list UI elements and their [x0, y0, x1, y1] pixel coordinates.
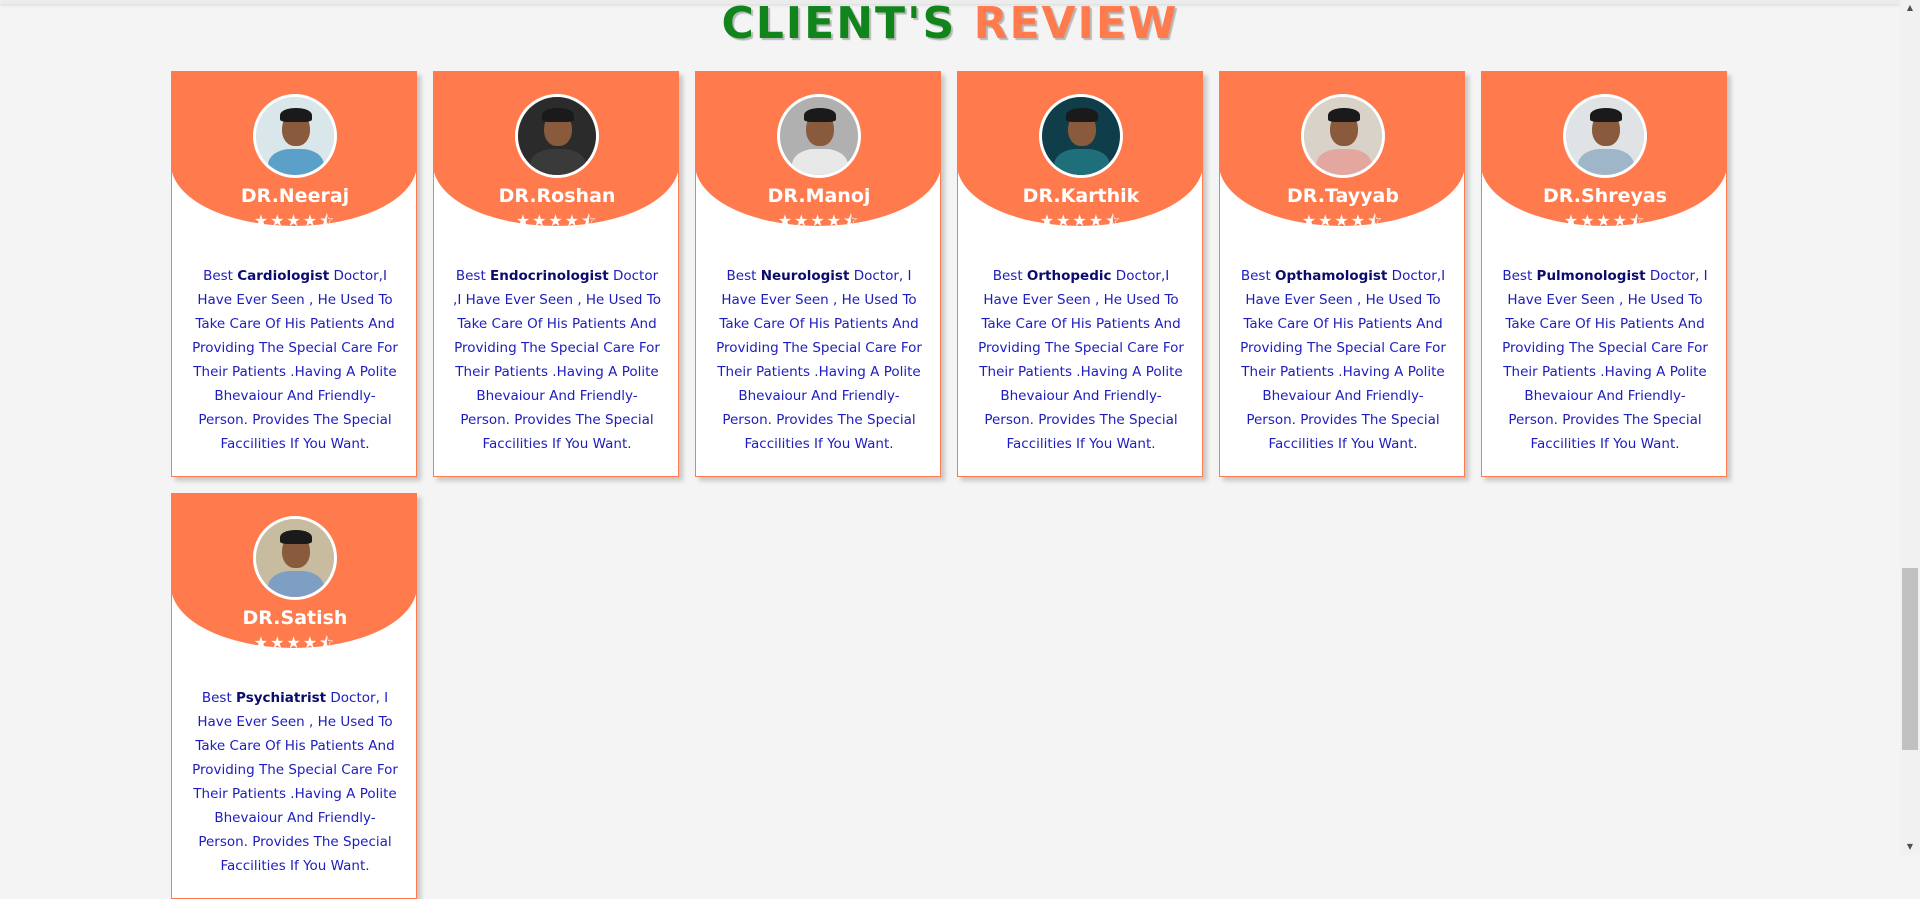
doctor-name: DR.Shreyas [1543, 185, 1667, 207]
star-rating-icon: ★★★★⯪ [253, 633, 337, 652]
review-prefix: Best [726, 268, 761, 284]
review-card: DR.Shreyas ★★★★⯪ Best Pulmonologist Doct… [1481, 71, 1727, 477]
star-rating-icon: ★★★★⯪ [1563, 211, 1647, 230]
doctor-name: DR.Tayyab [1287, 185, 1399, 207]
star-rating-icon: ★★★★⯪ [253, 211, 337, 230]
specialty: Psychiatrist [236, 690, 327, 706]
review-text: Best Cardiologist Doctor,I Have Ever See… [190, 264, 400, 456]
review-card: DR.Karthik ★★★★⯪ Best Orthopedic Doctor,… [957, 71, 1203, 477]
review-text: Best Psychiatrist Doctor, I Have Ever Se… [190, 686, 400, 878]
section-title-word1: CLIENT'S [721, 0, 957, 49]
review-after: Doctor, I [1645, 268, 1708, 284]
review-grid: DR.Neeraj ★★★★⯪ Best Cardiologist Doctor… [171, 71, 1727, 899]
specialty: Cardiologist [237, 268, 330, 284]
review-body: Have Ever Seen , He Used To Take Care Of… [454, 292, 661, 452]
review-body: Have Ever Seen , He Used To Take Care Of… [1240, 292, 1446, 452]
section-title-word2: REVIEW [973, 0, 1179, 49]
doctor-name: DR.Neeraj [240, 185, 350, 207]
doctor-name: DR.Manoj [767, 185, 871, 207]
review-prefix: Best [203, 268, 238, 284]
avatar [1301, 94, 1385, 178]
review-card: DR.Neeraj ★★★★⯪ Best Cardiologist Doctor… [171, 71, 417, 477]
specialty: Endocrinologist [490, 268, 609, 284]
avatar [777, 94, 861, 178]
review-after: Doctor,I [329, 268, 387, 284]
review-prefix: Best [1502, 268, 1537, 284]
avatar [1039, 94, 1123, 178]
review-after: Doctor,I [1387, 268, 1446, 284]
page-scrollbar[interactable]: ▲ ▼ [1900, 0, 1920, 855]
avatar [253, 94, 337, 178]
avatar [253, 516, 337, 600]
star-rating-icon: ★★★★⯪ [1039, 211, 1123, 230]
scrollbar-thumb[interactable] [1902, 568, 1918, 750]
star-rating-icon: ★★★★⯪ [1301, 211, 1385, 230]
avatar [1563, 94, 1647, 178]
doctor-name: DR.Karthik [1022, 185, 1140, 207]
doctor-name: DR.Roshan [498, 185, 616, 207]
review-after: Doctor, I [326, 690, 389, 706]
specialty: Opthamologist [1275, 268, 1388, 284]
review-after: Doctor, I [849, 268, 912, 284]
review-after: Doctor,I [1111, 268, 1170, 284]
specialty: Orthopedic [1026, 268, 1112, 284]
review-card: DR.Roshan ★★★★⯪ Best Endocrinologist Doc… [433, 71, 679, 477]
scroll-down-arrow-icon[interactable]: ▼ [1900, 839, 1920, 855]
section-title: CLIENT'S REVIEW [0, 0, 1900, 48]
scroll-up-arrow-icon[interactable]: ▲ [1900, 0, 1920, 16]
review-prefix: Best [455, 268, 491, 284]
review-body: Have Ever Seen , He Used To Take Care Of… [716, 292, 922, 452]
review-body: Have Ever Seen , He Used To Take Care Of… [192, 714, 398, 874]
star-rating-icon: ★★★★⯪ [515, 211, 599, 230]
review-body: Have Ever Seen , He Used To Take Care Of… [1502, 292, 1708, 452]
review-card: DR.Tayyab ★★★★⯪ Best Opthamologist Docto… [1219, 71, 1465, 477]
review-body: Have Ever Seen , He Used To Take Care Of… [978, 292, 1184, 452]
review-card: DR.Satish ★★★★⯪ Best Psychiatrist Doctor… [171, 493, 417, 899]
review-prefix: Best [992, 268, 1027, 284]
doctor-name: DR.Satish [242, 607, 348, 629]
review-prefix: Best [1240, 268, 1276, 284]
avatar [515, 94, 599, 178]
star-rating-icon: ★★★★⯪ [777, 211, 861, 230]
review-text: Best Neurologist Doctor, I Have Ever See… [714, 264, 924, 456]
review-text: Best Endocrinologist Doctor ,I Have Ever… [452, 264, 662, 456]
review-text: Best Orthopedic Doctor,I Have Ever Seen … [976, 264, 1186, 456]
review-card: DR.Manoj ★★★★⯪ Best Neurologist Doctor, … [695, 71, 941, 477]
review-prefix: Best [201, 690, 237, 706]
specialty: Neurologist [760, 268, 850, 284]
review-text: Best Opthamologist Doctor,I Have Ever Se… [1238, 264, 1448, 456]
review-body: Have Ever Seen , He Used To Take Care Of… [192, 292, 398, 452]
review-text: Best Pulmonologist Doctor, I Have Ever S… [1500, 264, 1710, 456]
specialty: Pulmonologist [1536, 268, 1646, 284]
